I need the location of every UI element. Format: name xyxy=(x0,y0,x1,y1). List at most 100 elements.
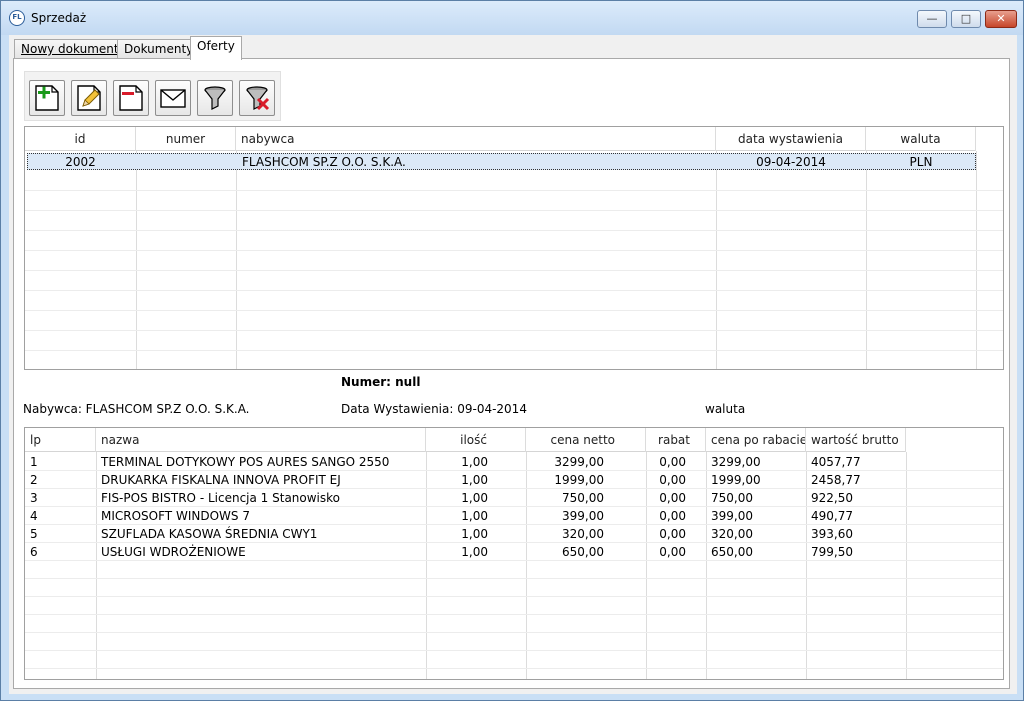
delete-offer-button[interactable] xyxy=(113,80,149,116)
cell-nazwa: USŁUGI WDROŻENIOWE xyxy=(101,545,246,559)
cell-rabat: 0,00 xyxy=(659,455,686,469)
column-header-ilosc[interactable]: ilość xyxy=(426,428,526,452)
close-button[interactable]: ✕ xyxy=(985,10,1017,28)
cell-wartosc-brutto: 2458,77 xyxy=(811,473,861,487)
cell-wartosc-brutto: 922,50 xyxy=(811,491,853,505)
cell-ilosc: 1,00 xyxy=(461,491,488,505)
column-header-cena-po-rabacie[interactable]: cena po rabacie xyxy=(706,428,806,452)
offers-panel: id numer nabywca data wystawienia waluta xyxy=(13,58,1010,689)
cell-lp: 6 xyxy=(30,545,38,559)
edit-offer-button[interactable] xyxy=(71,80,107,116)
cell-wartosc-brutto: 490,77 xyxy=(811,509,853,523)
items-table-header: lp nazwa ilość cena netto rabat cena po … xyxy=(25,428,906,452)
cell-cena-netto: 750,00 xyxy=(562,491,604,505)
cell-lp: 5 xyxy=(30,527,38,541)
cell-nazwa: DRUKARKA FISKALNA INNOVA PROFIT EJ xyxy=(101,473,341,487)
tab-label: Nowy dokument xyxy=(21,42,119,56)
column-header-cena-netto[interactable]: cena netto xyxy=(526,428,646,452)
cell-nazwa: TERMINAL DOTYKOWY POS AURES SANGO 2550 xyxy=(101,455,390,469)
cell-cena-netto: 399,00 xyxy=(562,509,604,523)
cell-cena-po-rabacie: 320,00 xyxy=(711,527,753,541)
column-header-id[interactable]: id xyxy=(25,127,136,151)
cell-lp: 3 xyxy=(30,491,38,505)
cell-wartosc-brutto: 393,60 xyxy=(811,527,853,541)
cell-ilosc: 1,00 xyxy=(461,473,488,487)
cell-cena-po-rabacie: 650,00 xyxy=(711,545,753,559)
table-row[interactable]: 1 TERMINAL DOTYKOWY POS AURES SANGO 2550… xyxy=(25,453,906,471)
tab-oferty[interactable]: Oferty xyxy=(190,36,242,60)
cell-cena-netto: 320,00 xyxy=(562,527,604,541)
cell-rabat: 0,00 xyxy=(659,545,686,559)
cell-rabat: 0,00 xyxy=(659,527,686,541)
send-email-button[interactable] xyxy=(155,80,191,116)
edit-pencil-icon xyxy=(77,85,101,111)
cell-nazwa: FIS-POS BISTRO - Licencja 1 Stanowisko xyxy=(101,491,341,505)
column-header-numer[interactable]: numer xyxy=(136,127,236,151)
window-title: Sprzedaż xyxy=(31,11,87,25)
app-window: FL Sprzedaż — □ ✕ Nowy dokument Dokument… xyxy=(0,0,1024,701)
buyer-label: Nabywca: FLASHCOM SP.Z O.O. S.K.A. xyxy=(23,402,250,416)
items-table[interactable]: lp nazwa ilość cena netto rabat cena po … xyxy=(24,427,1004,680)
cell-ilosc: 1,00 xyxy=(461,527,488,541)
table-row[interactable]: 6 USŁUGI WDROŻENIOWE 1,00 650,00 0,00 65… xyxy=(25,543,906,561)
cell-cena-po-rabacie: 1999,00 xyxy=(711,473,761,487)
offer-number-label: Numer: null xyxy=(341,375,421,389)
column-header-wartosc-brutto[interactable]: wartość brutto xyxy=(806,428,906,452)
client-area: Nowy dokument Dokumenty Oferty id numer … xyxy=(9,35,1017,694)
table-row[interactable]: 4 MICROSOFT WINDOWS 7 1,00 399,00 0,00 3… xyxy=(25,507,906,525)
table-row[interactable]: 3 FIS-POS BISTRO - Licencja 1 Stanowisko… xyxy=(25,489,906,507)
column-header-nazwa[interactable]: nazwa xyxy=(96,428,426,452)
issue-date-label: Data Wystawienia: 09-04-2014 xyxy=(341,402,527,416)
column-header-rabat[interactable]: rabat xyxy=(646,428,706,452)
offers-table[interactable]: id numer nabywca data wystawienia waluta xyxy=(24,126,1004,370)
tab-dokumenty[interactable]: Dokumenty xyxy=(117,39,201,59)
tab-nowy-dokument[interactable]: Nowy dokument xyxy=(14,39,126,59)
offers-table-header: id numer nabywca data wystawienia waluta xyxy=(25,127,976,151)
cell-cena-netto: 650,00 xyxy=(562,545,604,559)
cell-id: 2002 xyxy=(65,155,96,169)
filter-funnel-icon xyxy=(204,86,226,110)
delete-document-icon xyxy=(119,85,143,111)
cell-cena-netto: 1999,00 xyxy=(554,473,604,487)
cell-ilosc: 1,00 xyxy=(461,509,488,523)
cell-rabat: 0,00 xyxy=(659,509,686,523)
minimize-button[interactable]: — xyxy=(917,10,947,28)
cell-ilosc: 1,00 xyxy=(461,455,488,469)
currency-label: waluta xyxy=(705,402,746,416)
table-row[interactable]: 2002 FLASHCOM SP.Z O.O. S.K.A. 09-04-201… xyxy=(25,153,976,171)
column-header-nabywca[interactable]: nabywca xyxy=(236,127,716,151)
cell-numer xyxy=(136,153,236,171)
cell-lp: 2 xyxy=(30,473,38,487)
tab-label: Dokumenty xyxy=(124,42,194,56)
maximize-button[interactable]: □ xyxy=(951,10,981,28)
cell-cena-po-rabacie: 750,00 xyxy=(711,491,753,505)
cell-nazwa: SZUFLADA KASOWA ŚREDNIA CWY1 xyxy=(101,527,318,541)
table-row[interactable]: 2 DRUKARKA FISKALNA INNOVA PROFIT EJ 1,0… xyxy=(25,471,906,489)
table-row[interactable]: 5 SZUFLADA KASOWA ŚREDNIA CWY1 1,00 320,… xyxy=(25,525,906,543)
toolbar xyxy=(24,71,281,121)
column-header-waluta[interactable]: waluta xyxy=(866,127,976,151)
filter-button[interactable] xyxy=(197,80,233,116)
cell-rabat: 0,00 xyxy=(659,491,686,505)
cell-waluta: PLN xyxy=(909,155,933,169)
cell-wartosc-brutto: 4057,77 xyxy=(811,455,861,469)
cell-wartosc-brutto: 799,50 xyxy=(811,545,853,559)
new-document-icon xyxy=(35,85,59,111)
cell-lp: 1 xyxy=(30,455,38,469)
cell-ilosc: 1,00 xyxy=(461,545,488,559)
clear-filter-icon xyxy=(246,86,270,111)
cell-cena-po-rabacie: 3299,00 xyxy=(711,455,761,469)
column-header-data-wystawienia[interactable]: data wystawienia xyxy=(716,127,866,151)
envelope-icon xyxy=(160,89,186,108)
add-offer-button[interactable] xyxy=(29,80,65,116)
app-logo-icon: FL xyxy=(9,10,25,26)
title-bar[interactable]: FL Sprzedaż — □ ✕ xyxy=(1,1,1023,35)
cell-data: 09-04-2014 xyxy=(756,155,826,169)
cell-rabat: 0,00 xyxy=(659,473,686,487)
column-header-lp[interactable]: lp xyxy=(25,428,96,452)
cell-cena-netto: 3299,00 xyxy=(554,455,604,469)
tab-label: Oferty xyxy=(197,39,235,53)
clear-filter-button[interactable] xyxy=(239,80,275,116)
cell-lp: 4 xyxy=(30,509,38,523)
cell-cena-po-rabacie: 399,00 xyxy=(711,509,753,523)
